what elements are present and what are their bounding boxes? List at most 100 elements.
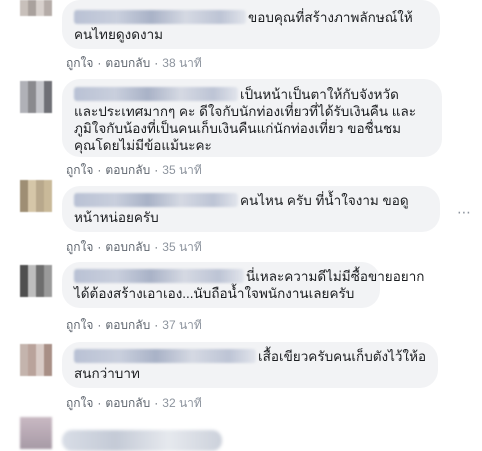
avatar-pixel: [44, 265, 52, 273]
avatar[interactable]: [20, 0, 52, 16]
comment-actions: ถูกใจ · ตอบกลับ · 37 นาที: [66, 316, 202, 335]
avatar-pixel: [36, 344, 44, 352]
avatar-pixel: [44, 12, 52, 16]
reply-button[interactable]: ตอบกลับ: [105, 240, 150, 254]
avatar-pixel: [28, 204, 36, 212]
timestamp[interactable]: 32 นาที: [162, 396, 202, 410]
avatar[interactable]: [20, 344, 52, 376]
avatar-pixel: [28, 265, 36, 273]
avatar-pixel: [20, 188, 28, 196]
comment-actions: ถูกใจ · ตอบกลับ · 35 นาที: [66, 238, 202, 257]
avatar-pixel: [36, 89, 44, 97]
comment-bubble: เป็นหน้าเป็นตาให้กับจังหวัด และประเทศมาก…: [62, 79, 442, 157]
comment-text-line: สนกว่าบาท: [74, 366, 140, 381]
avatar-pixel: [28, 368, 36, 376]
like-button[interactable]: ถูกใจ: [66, 318, 93, 332]
avatar-pixel: [20, 368, 28, 376]
comment-actions: ถูกใจ · ตอบกลับ · 38 นาที: [66, 54, 202, 73]
separator-dot: ·: [154, 240, 159, 254]
avatar[interactable]: [20, 180, 52, 212]
comment-text-line: คุณโดยไม่มีข้อแม้นะคะ: [74, 138, 212, 153]
avatar-pixel: [28, 12, 36, 16]
avatar-pixel: [36, 368, 44, 376]
avatar-pixel: [28, 105, 36, 113]
avatar[interactable]: [20, 81, 52, 113]
avatar-pixel: [20, 273, 28, 281]
comment-text-line: ภูมิใจกับน้องที่เป็นคนเก็บเงินคืนแก่นักท…: [74, 121, 402, 136]
avatar-pixel: [28, 273, 36, 281]
separator-dot: ·: [97, 318, 102, 332]
avatar-pixel: [20, 289, 28, 297]
reply-button[interactable]: ตอบกลับ: [105, 396, 150, 410]
like-button[interactable]: ถูกใจ: [66, 163, 93, 177]
avatar-pixel: [20, 344, 28, 352]
like-button[interactable]: ถูกใจ: [66, 396, 93, 410]
avatar[interactable]: [20, 265, 52, 297]
avatar-pixel: [36, 105, 44, 113]
author-name[interactable]: [74, 87, 238, 101]
comment-actions: ถูกใจ · ตอบกลับ · 35 นาที: [66, 161, 202, 180]
avatar-pixel: [20, 97, 28, 105]
author-name[interactable]: [74, 10, 246, 24]
more-options-icon[interactable]: ⋯: [456, 204, 472, 220]
avatar-pixel: [36, 188, 44, 196]
avatar-pixel: [44, 97, 52, 105]
separator-dot: ·: [97, 396, 102, 410]
separator-dot: ·: [154, 396, 159, 410]
comment-bubble: ขอบคุณที่สร้างภาพลักษณ์ให้ คนไทยดูงดงาม: [62, 0, 440, 49]
avatar-pixel: [44, 289, 52, 297]
timestamp[interactable]: 37 นาที: [162, 318, 202, 332]
avatar-pixel: [36, 289, 44, 297]
avatar-pixel: [28, 188, 36, 196]
comment-text-line: คนไหน ครับ ที่น้ำใจงาม ขอดู: [74, 192, 428, 209]
avatar-pixel: [36, 180, 44, 188]
avatar-pixel: [20, 352, 28, 360]
comment-text-line: นี่เหละความดีไม่มีซื้อขายอยาก: [74, 268, 424, 285]
avatar-pixel: [20, 89, 28, 97]
avatar-pixel: [36, 204, 44, 212]
avatar-pixel: [44, 188, 52, 196]
avatar-pixel: [28, 196, 36, 204]
avatar-pixel: [44, 196, 52, 204]
avatar-pixel: [20, 265, 28, 273]
separator-dot: ·: [97, 163, 102, 177]
author-name[interactable]: [74, 193, 238, 207]
avatar-pixel: [28, 352, 36, 360]
avatar-pixel: [28, 360, 36, 368]
timestamp[interactable]: 35 นาที: [162, 240, 202, 254]
author-name[interactable]: [74, 269, 244, 283]
avatar[interactable]: [20, 417, 52, 449]
comment-text-line: เสื้อเขียวครับคนเก็บตังไว้ให้อ: [74, 348, 426, 365]
avatar-pixel: [44, 360, 52, 368]
reply-button[interactable]: ตอบกลับ: [105, 163, 150, 177]
avatar-pixel: [36, 265, 44, 273]
avatar-pixel: [36, 81, 44, 89]
avatar-pixel: [44, 81, 52, 89]
separator-dot: ·: [154, 163, 159, 177]
comment-text-line: คนไทยดูงดงาม: [74, 27, 164, 42]
avatar-pixel: [20, 180, 28, 188]
avatar-pixel: [44, 180, 52, 188]
reply-button[interactable]: ตอบกลับ: [105, 318, 150, 332]
like-button[interactable]: ถูกใจ: [66, 240, 93, 254]
avatar-pixel: [28, 89, 36, 97]
comment-text-line: ขอบคุณที่สร้างภาพลักษณ์ให้: [74, 9, 428, 26]
like-button[interactable]: ถูกใจ: [66, 56, 93, 70]
timestamp[interactable]: 35 นาที: [162, 163, 202, 177]
separator-dot: ·: [97, 56, 102, 70]
timestamp[interactable]: 38 นาที: [162, 56, 202, 70]
avatar-pixel: [36, 281, 44, 289]
avatar-pixel: [20, 360, 28, 368]
avatar-pixel: [28, 344, 36, 352]
avatar-pixel: [44, 368, 52, 376]
avatar-pixel: [20, 204, 28, 212]
comment-text-line: และประเทศมากๆ คะ ดีใจกับนักท่องเที่ยวที่…: [74, 104, 417, 119]
avatar-pixel: [44, 352, 52, 360]
author-name[interactable]: [74, 349, 256, 363]
comment-bubble: [62, 430, 222, 451]
avatar-pixel: [44, 89, 52, 97]
reply-button[interactable]: ตอบกลับ: [105, 56, 150, 70]
avatar-pixel: [28, 281, 36, 289]
separator-dot: ·: [154, 318, 159, 332]
avatar-pixel: [44, 281, 52, 289]
